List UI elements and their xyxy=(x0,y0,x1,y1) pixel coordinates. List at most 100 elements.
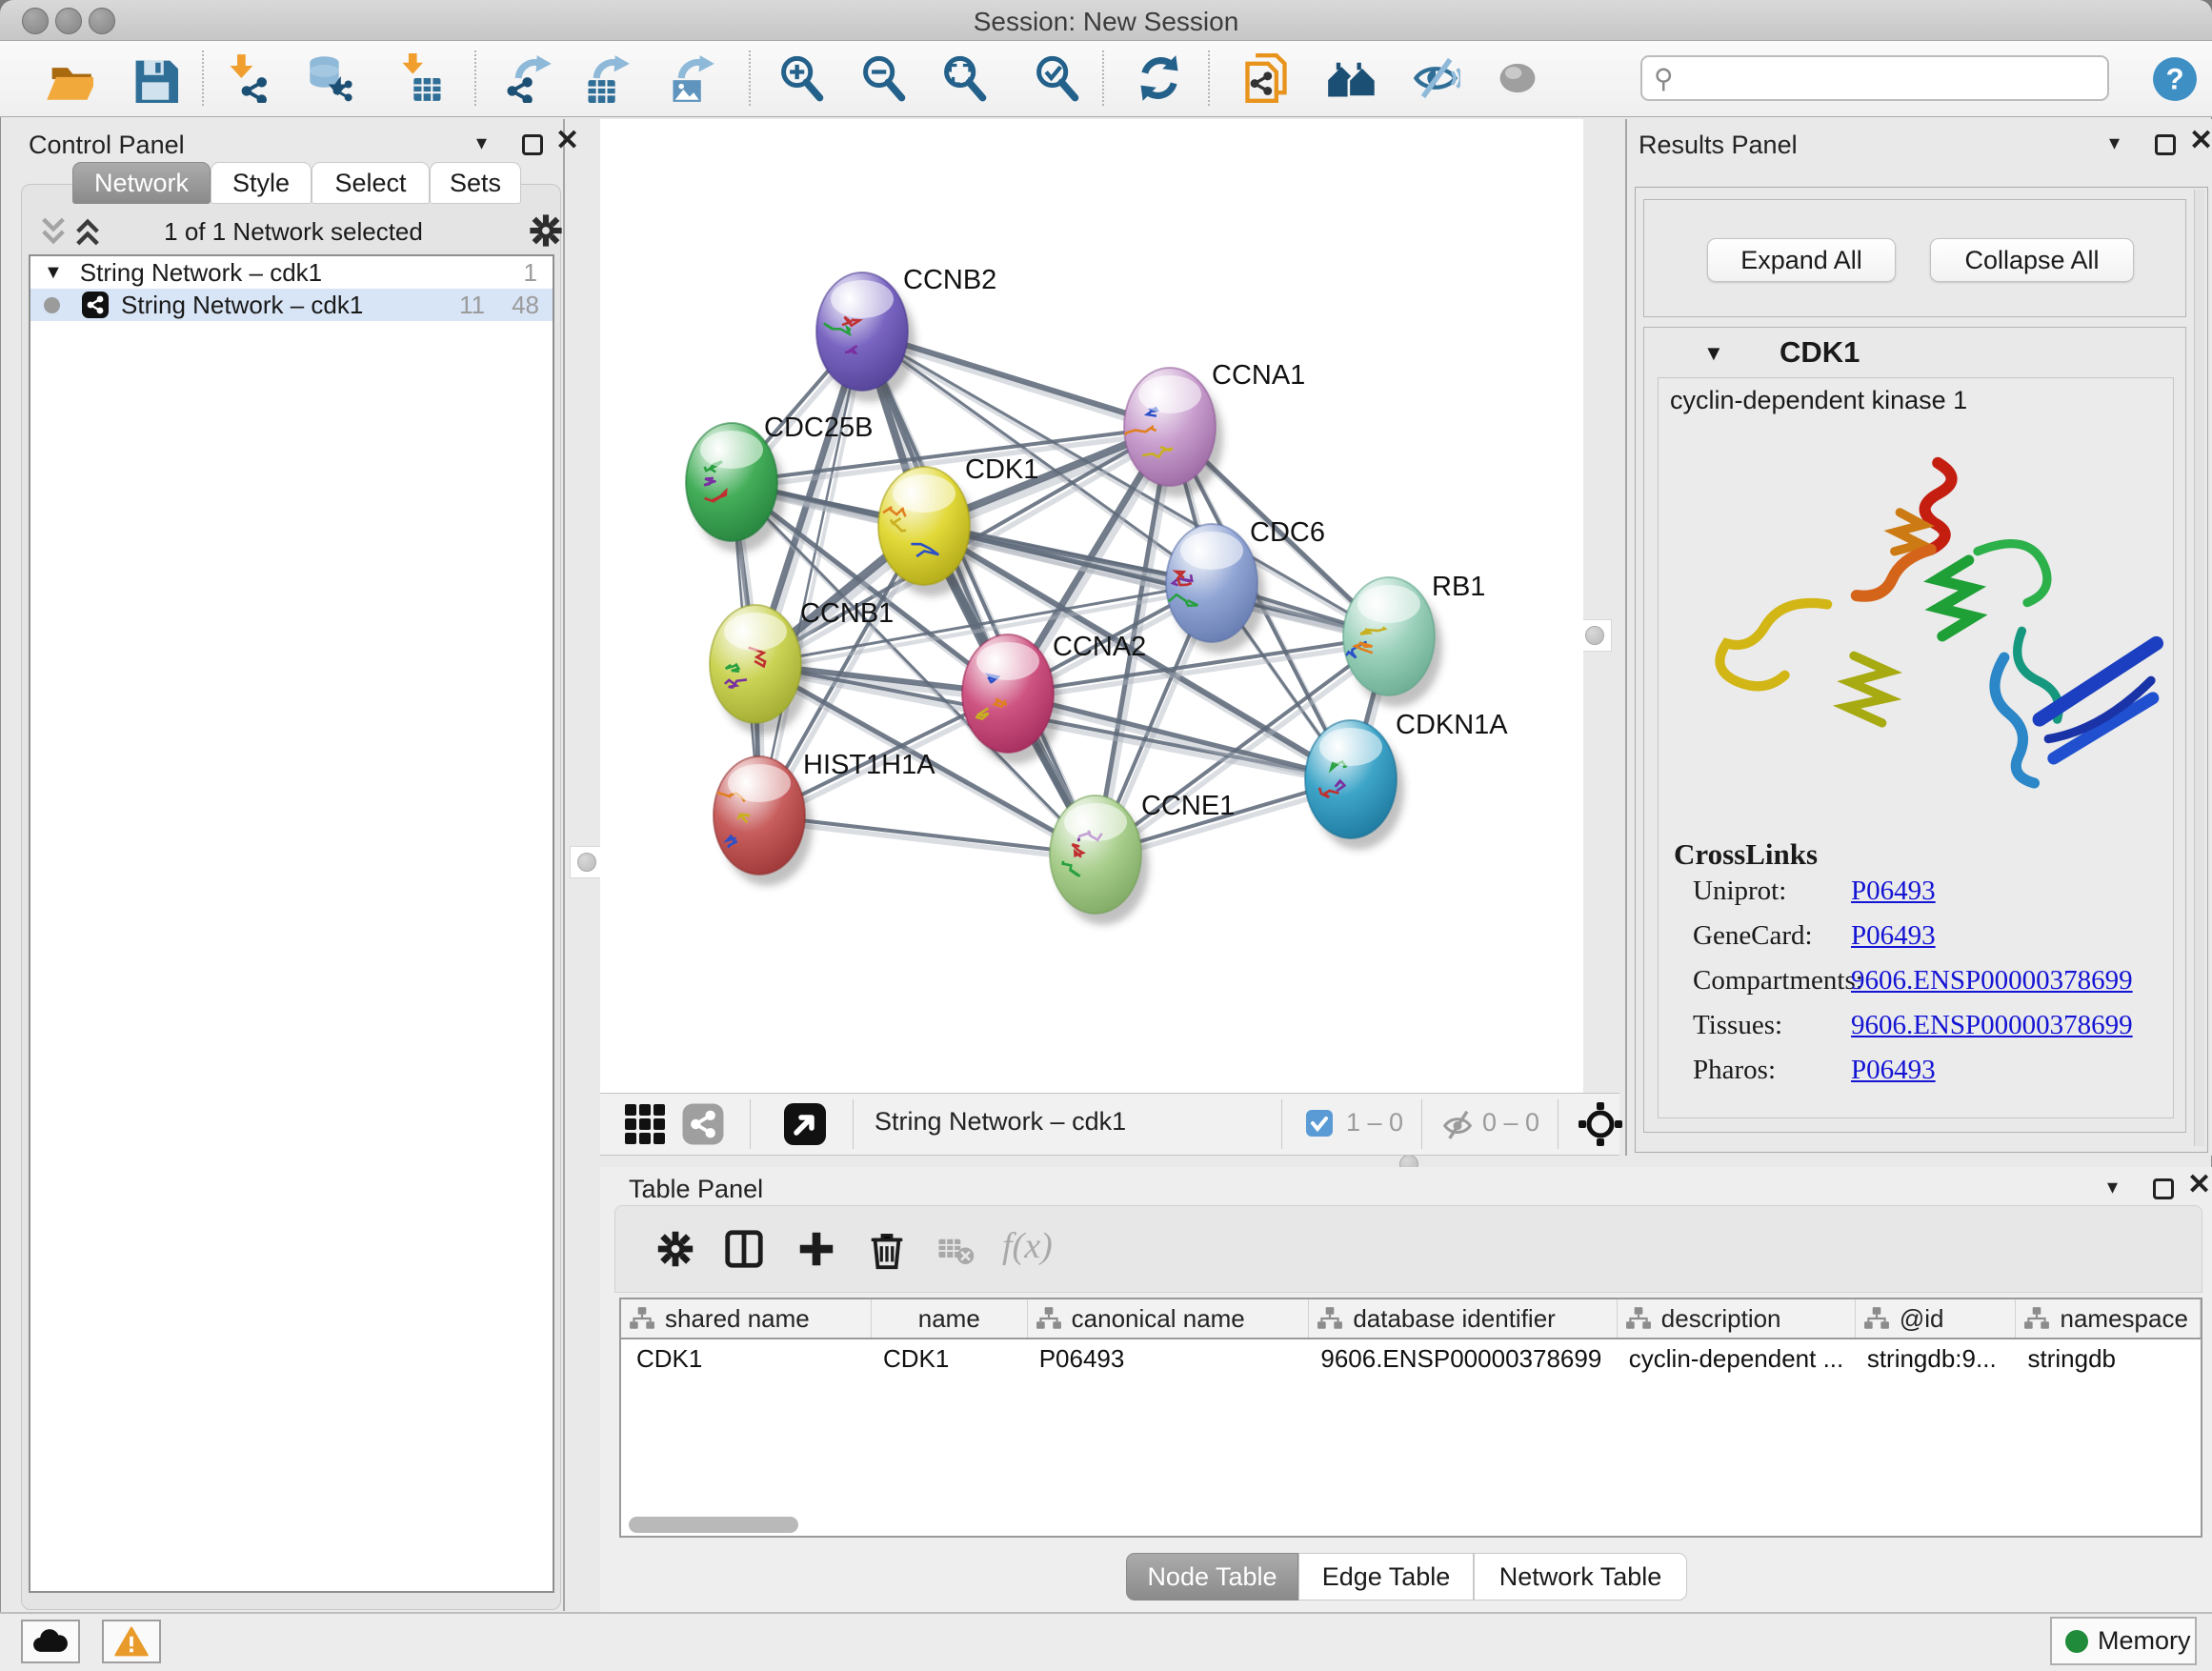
left-splitter-handle[interactable] xyxy=(570,846,604,878)
table-panel-close-icon[interactable]: ✕ xyxy=(2187,1175,2211,1196)
network-node-HIST1H1A[interactable]: HIST1H1A xyxy=(714,750,935,886)
crosslinks-heading: CrossLinks xyxy=(1674,837,1818,872)
network-node-CCNB2[interactable]: CCNB2 xyxy=(816,265,996,402)
network-view-share-icon[interactable] xyxy=(681,1102,725,1151)
column-header-canonicalname[interactable]: canonical name xyxy=(1028,1299,1310,1338)
toolbar-separator xyxy=(1208,50,1210,106)
column-header-databaseidentifier[interactable]: database identifier xyxy=(1309,1299,1617,1338)
network-node-CCNB1[interactable]: CCNB1 xyxy=(710,598,894,735)
results-panel-menu-icon[interactable]: ▾ xyxy=(2109,131,2120,155)
control-panel-menu-icon[interactable]: ▾ xyxy=(476,131,487,155)
export-table-button[interactable] xyxy=(580,51,633,105)
crosslink-link[interactable]: 9606.ENSP00000378699 xyxy=(1851,1010,2133,1041)
tab-network-table[interactable]: Network Table xyxy=(1474,1553,1687,1601)
table-panel-float-icon[interactable] xyxy=(2153,1178,2174,1199)
eye-slash-button[interactable] xyxy=(1409,51,1462,105)
eye-gray-icon xyxy=(1493,53,1542,103)
cloud-button[interactable] xyxy=(21,1620,80,1663)
table-cell[interactable]: 9606.ENSP00000378699 xyxy=(1309,1339,1617,1378)
refresh-button[interactable] xyxy=(1133,51,1186,105)
title-bar: Session: New Session xyxy=(0,0,2212,41)
control-panel-title: Control Panel xyxy=(29,131,185,160)
tab-sets[interactable]: Sets xyxy=(430,162,521,204)
table-gear-icon[interactable] xyxy=(654,1227,697,1276)
protein-name: CDK1 xyxy=(1780,335,1860,370)
node-label: CDC6 xyxy=(1250,517,1325,548)
network-options-gear-icon[interactable] xyxy=(526,211,566,255)
tab-edge-table[interactable]: Edge Table xyxy=(1298,1553,1474,1601)
tab-network[interactable]: Network xyxy=(72,162,211,204)
zoom-in-button[interactable] xyxy=(774,51,828,105)
delete-column-trash-icon[interactable] xyxy=(865,1227,909,1276)
table-cell[interactable]: stringdb xyxy=(2017,1339,2202,1378)
results-panel-float-icon[interactable] xyxy=(2155,134,2176,155)
column-header-sharedname[interactable]: shared name xyxy=(621,1299,872,1338)
import-table-button[interactable] xyxy=(395,51,449,105)
import-database-button[interactable] xyxy=(304,51,357,105)
import-network-button[interactable] xyxy=(222,51,275,105)
table-horizontal-scrollbar[interactable] xyxy=(629,1517,798,1533)
show-columns-icon[interactable] xyxy=(722,1227,766,1276)
crosslink-link[interactable]: P06493 xyxy=(1851,876,1936,907)
zoom-selected-button[interactable] xyxy=(1030,51,1083,105)
export-network-button[interactable] xyxy=(502,51,555,105)
column-header-id[interactable]: @id xyxy=(1856,1299,2017,1338)
grid-view-icon[interactable] xyxy=(623,1102,667,1151)
eye-gray-button[interactable] xyxy=(1491,51,1544,105)
table-cell[interactable]: stringdb:9... xyxy=(1856,1339,2017,1378)
eye-slash-icon xyxy=(1411,53,1460,103)
network-collection-row[interactable]: ▼ String Network – cdk1 1 xyxy=(30,256,553,289)
network-node-RB1[interactable]: RB1 xyxy=(1343,572,1485,707)
export-image-button[interactable] xyxy=(665,51,718,105)
control-panel-float-icon[interactable] xyxy=(522,134,543,155)
houses-button[interactable] xyxy=(1324,51,1377,105)
table-cell[interactable]: CDK1 xyxy=(621,1339,872,1378)
table-cell[interactable]: cyclin-dependent ... xyxy=(1618,1339,1856,1378)
warnings-button[interactable] xyxy=(102,1620,161,1663)
zoom-fit-button[interactable] xyxy=(937,51,991,105)
add-column-icon[interactable] xyxy=(794,1227,838,1276)
tab-style[interactable]: Style xyxy=(211,162,312,204)
tab-node-table[interactable]: Node Table xyxy=(1126,1553,1298,1601)
column-header-namespace[interactable]: namespace xyxy=(2016,1299,2200,1338)
control-panel-close-icon[interactable]: ✕ xyxy=(555,131,579,151)
control-panel: Control Panel ▾ ✕ NetworkStyleSelectSets… xyxy=(8,119,565,1611)
crosslink-link[interactable]: 9606.ENSP00000378699 xyxy=(1851,965,2133,997)
string-file-button[interactable] xyxy=(1239,51,1293,105)
collapse-all-button[interactable]: Collapse All xyxy=(1930,238,2134,282)
table-cell[interactable]: P06493 xyxy=(1028,1339,1310,1378)
network-row-selected[interactable]: String Network – cdk1 11 48 xyxy=(30,289,553,321)
crosslink-link[interactable]: P06493 xyxy=(1851,1055,1936,1086)
node-label: CCNB2 xyxy=(903,265,996,295)
birds-eye-view-icon[interactable] xyxy=(783,1102,827,1151)
table-cell[interactable]: CDK1 xyxy=(872,1339,1028,1378)
memory-button[interactable]: Memory xyxy=(2050,1617,2197,1665)
toolbar-separator xyxy=(474,50,476,106)
folder-open-button[interactable] xyxy=(42,51,95,105)
network-share-icon xyxy=(81,291,110,319)
table-panel-menu-icon[interactable]: ▾ xyxy=(2107,1175,2118,1199)
network-edges[interactable] xyxy=(732,332,1393,860)
search-input[interactable]: ⚲ xyxy=(1640,55,2109,101)
column-type-icon xyxy=(1863,1306,1890,1331)
selected-checkbox-icon[interactable] xyxy=(1305,1109,1334,1142)
fit-content-crosshair-icon[interactable] xyxy=(1578,1101,1623,1152)
node-label: CCNA1 xyxy=(1212,360,1305,391)
network-node-CCNE1[interactable]: CCNE1 xyxy=(1050,791,1235,925)
column-header-description[interactable]: description xyxy=(1618,1299,1856,1338)
expand-all-button[interactable]: Expand All xyxy=(1707,238,1896,282)
results-scrollbar[interactable] xyxy=(2194,190,2204,1146)
tree-expand-icon[interactable]: ▼ xyxy=(44,262,63,284)
crosslink-link[interactable]: P06493 xyxy=(1851,920,1936,952)
table-row[interactable]: CDK1CDK1P064939606.ENSP00000378699cyclin… xyxy=(621,1339,2201,1378)
network-node-CCNA1[interactable]: CCNA1 xyxy=(1124,360,1305,497)
network-canvas[interactable]: CCNB2CCNA1CDC25BCDK1CDC6RB1CCNB1CCNA2CDK… xyxy=(600,119,1583,1093)
help-icon[interactable]: ? xyxy=(2151,55,2199,103)
save-button[interactable] xyxy=(127,51,180,105)
zoom-out-button[interactable] xyxy=(856,51,910,105)
tab-select[interactable]: Select xyxy=(312,162,430,204)
column-header-name[interactable]: name xyxy=(872,1299,1028,1338)
results-panel-close-icon[interactable]: ✕ xyxy=(2189,131,2212,151)
network-node-CDKN1A[interactable]: CDKN1A xyxy=(1305,710,1508,850)
protein-collapse-icon[interactable]: ▼ xyxy=(1703,341,1724,366)
